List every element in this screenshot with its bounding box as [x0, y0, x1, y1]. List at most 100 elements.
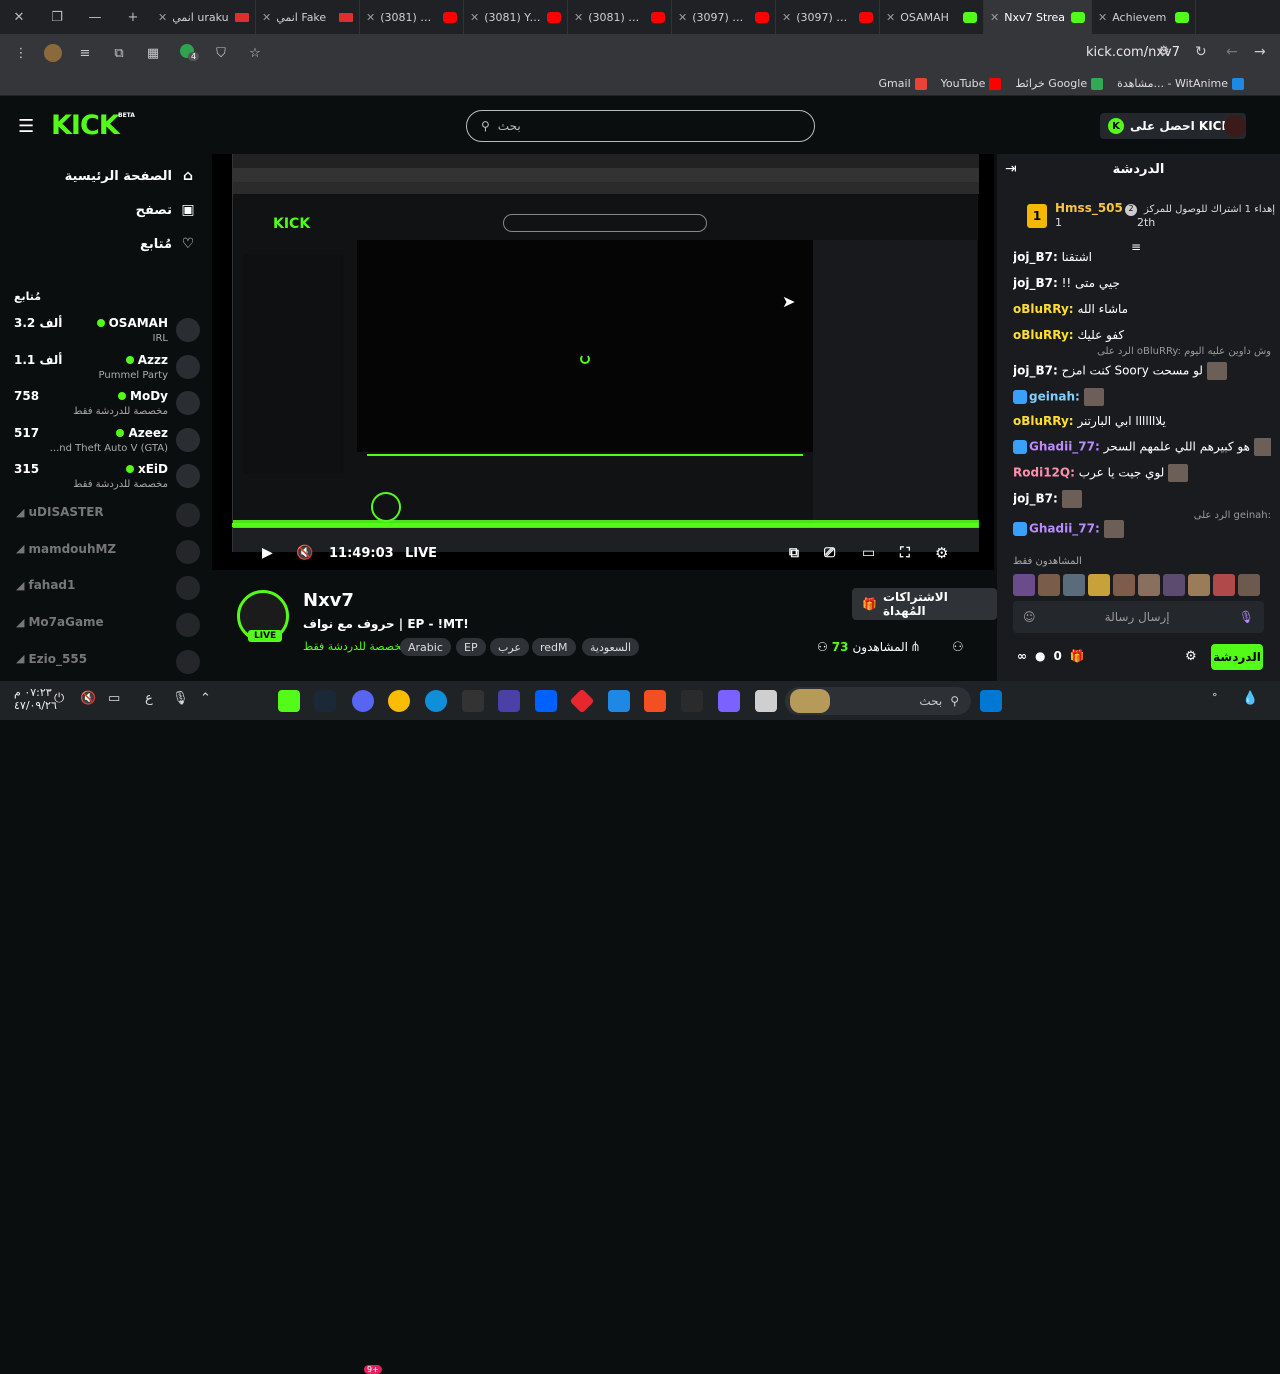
close-window-icon[interactable]: ✕	[0, 0, 38, 34]
stream-category[interactable]: مخصصة للدردشة فقط	[303, 640, 407, 653]
follow-user-icon[interactable]: ⚇	[952, 640, 964, 655]
bookmark-item[interactable]: YouTube	[941, 77, 1002, 90]
terminal-icon[interactable]	[681, 690, 703, 712]
chat-username[interactable]: oBluRRy:	[1013, 328, 1074, 342]
sidebar-channel-offline[interactable]: ◢ uDISASTER	[14, 501, 200, 529]
stream-tag[interactable]: Arabic	[400, 638, 451, 656]
teams-icon[interactable]	[498, 690, 520, 712]
sidebar-channel-offline[interactable]: ◢ Mo7aGame	[14, 611, 200, 639]
subscriber-avatar[interactable]	[1188, 574, 1210, 596]
live-indicator[interactable]: LIVE	[405, 540, 437, 566]
sidebar-item-following[interactable]: ♡ مُتابع	[16, 232, 196, 256]
chat-username[interactable]: Ghadii_77:	[1029, 522, 1100, 536]
shield-icon[interactable]: ⛉	[210, 46, 232, 61]
new-tab-icon[interactable]: +	[114, 0, 152, 34]
red-diamond-app-icon[interactable]	[569, 688, 595, 714]
close-tab-icon[interactable]: ✕	[470, 11, 479, 24]
microphone-tray-icon[interactable]: 🎙	[172, 691, 189, 706]
menu-dots-icon[interactable]: ⋮	[10, 46, 32, 61]
close-tab-icon[interactable]: ✕	[1098, 11, 1107, 24]
browser-tab[interactable]: ✕ (3081) Ya N	[464, 0, 568, 34]
streamer-name[interactable]: Nxv7	[303, 590, 354, 611]
bookmark-item[interactable]: خرائط Google	[1015, 77, 1104, 90]
bookmark-item[interactable]: Gmail	[879, 77, 927, 90]
stream-tag[interactable]: السعودية	[582, 638, 640, 656]
chat-username[interactable]: geinah:	[1029, 390, 1080, 404]
close-tab-icon[interactable]: ✕	[782, 11, 791, 24]
close-tab-icon[interactable]: ✕	[574, 11, 583, 24]
extension-grid-icon[interactable]: ▦	[142, 46, 164, 61]
fullscreen-icon[interactable]: ⛶	[900, 540, 910, 566]
weather-temp-icon[interactable]: °	[1212, 691, 1218, 704]
sidebar-channel-live[interactable]: 315 xEiD مخصصة للدردشة فقط	[14, 460, 200, 496]
chat-username[interactable]: joj_B7:	[1013, 250, 1058, 264]
bookmark-item[interactable]: مشاهدة... - WitAnime	[1117, 77, 1244, 90]
subscriber-avatar[interactable]	[1138, 574, 1160, 596]
gift-subs-button[interactable]: 🎁 الاشتراكات المُهداة	[852, 588, 997, 620]
browser-tab[interactable]: ✕ (3097) لأول	[776, 0, 880, 34]
close-tab-icon[interactable]: ✕	[886, 11, 895, 24]
reload-icon[interactable]: ↻	[1195, 44, 1207, 60]
kick-app-icon[interactable]	[278, 690, 300, 712]
gift-icon[interactable]: 🎁	[1070, 649, 1085, 663]
close-tab-icon[interactable]: ✕	[678, 11, 687, 24]
sidebar-channel-live[interactable]: 3.2 ألف OSAMAH IRL	[14, 314, 200, 350]
sidebar-channel-offline[interactable]: ◢ Ezio_555	[14, 648, 200, 676]
widgets-icon[interactable]: 💧	[1242, 691, 1258, 706]
chat-username[interactable]: joj_B7:	[1013, 364, 1058, 378]
chat-username[interactable]: joj_B7:	[1013, 276, 1058, 290]
copilot-icon[interactable]	[718, 690, 740, 712]
microphone-icon[interactable]: 🎙	[1239, 610, 1254, 624]
theater-mode-icon[interactable]: ▭	[862, 540, 875, 566]
subscriber-avatar[interactable]	[1238, 574, 1260, 596]
chat-settings-icon[interactable]: ⚙	[1185, 649, 1197, 664]
subscriber-avatar[interactable]	[1038, 574, 1060, 596]
browser-tab[interactable]: ✕ Achievem	[1092, 0, 1196, 34]
hamburger-menu-icon[interactable]: ☰	[18, 116, 34, 137]
network-icon[interactable]: ▭	[108, 691, 120, 706]
subscriber-avatar[interactable]	[1013, 574, 1035, 596]
chat-username[interactable]: oBluRRy:	[1013, 302, 1074, 316]
epic-games-icon[interactable]	[462, 690, 484, 712]
stream-tag[interactable]: عرب	[490, 638, 529, 656]
clip-icon[interactable]: ⎚	[824, 540, 835, 566]
stream-tag[interactable]: redM	[532, 638, 576, 656]
subscriber-avatar[interactable]	[1063, 574, 1085, 596]
profile-icon[interactable]	[44, 44, 62, 62]
mail-icon[interactable]	[608, 690, 630, 712]
kick-logo[interactable]: KICK	[51, 110, 120, 141]
browser-tab[interactable]: ✕ (3081) Mal	[568, 0, 672, 34]
reading-list-icon[interactable]: ≡	[74, 46, 96, 61]
chat-username[interactable]: oBluRRy:	[1013, 414, 1074, 428]
subscriber-avatar[interactable]	[1213, 574, 1235, 596]
minimize-window-icon[interactable]: —	[76, 0, 114, 34]
subscriber-avatar[interactable]	[1113, 574, 1135, 596]
file-explorer-icon[interactable]	[755, 690, 777, 712]
close-tab-icon[interactable]: ✕	[262, 11, 271, 24]
extension-green-icon[interactable]: 4	[176, 44, 200, 62]
extensions-icon[interactable]: ⧉	[108, 46, 130, 61]
bookmark-star-icon[interactable]: ☆	[244, 46, 266, 61]
sidebar-channel-live[interactable]: 1.1 ألف Azzz Pummel Party	[14, 351, 200, 387]
close-tab-icon[interactable]: ✕	[990, 11, 999, 24]
discord-icon[interactable]	[352, 690, 374, 712]
browser-tab[interactable]: ✕ (3097) Clay	[672, 0, 776, 34]
sidebar-channel-offline[interactable]: ◢ fahad1	[14, 574, 200, 602]
steam-icon[interactable]	[314, 690, 336, 712]
browser-tab[interactable]: ✕ Nxv7 Strea	[984, 0, 1092, 34]
chrome-icon[interactable]	[388, 690, 410, 712]
language-indicator[interactable]: ع	[145, 691, 153, 706]
edge-icon[interactable]	[425, 690, 447, 712]
chat-input[interactable]: ☺ إرسال رسالة 🎙	[1013, 601, 1264, 633]
volume-muted-icon[interactable]: 🔇	[296, 540, 313, 566]
sidebar-channel-live[interactable]: 758 MoDy مخصصة للدردشة فقط	[14, 387, 200, 423]
subscriber-avatar[interactable]	[1088, 574, 1110, 596]
sidebar-item-browse[interactable]: ▣ تصفح	[16, 198, 196, 222]
forward-icon[interactable]: →	[1254, 44, 1266, 60]
restore-window-icon[interactable]: ❐	[38, 0, 76, 34]
store-icon[interactable]	[644, 690, 666, 712]
sidebar-item-home[interactable]: ⌂ الصفحة الرئيسية	[16, 164, 196, 188]
chat-username[interactable]: joj_B7:	[1013, 492, 1058, 506]
browser-tab[interactable]: ✕ OSAMAH	[880, 0, 984, 34]
battery-icon[interactable]: ⏻	[54, 691, 64, 706]
